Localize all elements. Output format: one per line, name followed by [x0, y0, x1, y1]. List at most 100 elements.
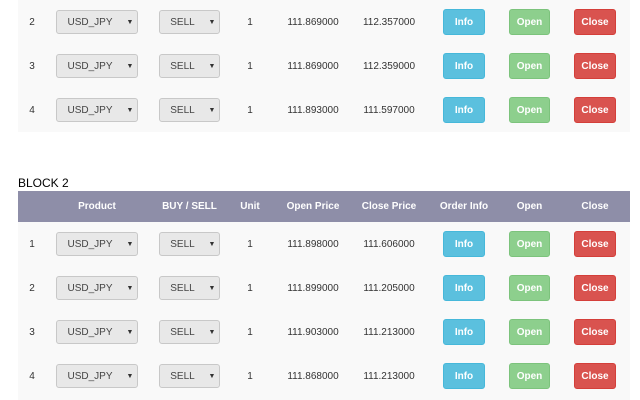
side-value: SELL [170, 326, 195, 338]
product-value: USD_JPY [67, 60, 113, 72]
info-button[interactable]: Info [443, 53, 485, 79]
close-price-value: 111.213000 [363, 326, 415, 338]
side-select[interactable]: SELL ▼ [159, 320, 220, 344]
unit-value: 1 [247, 104, 253, 116]
open-price-value: 111.893000 [287, 104, 339, 116]
open-button[interactable]: Open [509, 53, 550, 79]
side-select[interactable]: SELL ▼ [159, 54, 220, 78]
unit-value: 1 [247, 370, 253, 382]
close-button[interactable]: Close [574, 363, 616, 389]
open-button[interactable]: Open [509, 363, 550, 389]
info-button[interactable]: Info [443, 275, 485, 301]
chevron-down-icon: ▼ [126, 18, 134, 26]
product-value: USD_JPY [67, 16, 113, 28]
unit-value: 1 [247, 16, 253, 28]
product-select[interactable]: USD_JPY ▼ [56, 320, 138, 344]
row-index: 2 [29, 16, 35, 28]
table-row: 2 USD_JPY ▼ SELL ▼ 1 111.899000 111.205000… [18, 266, 630, 310]
product-value: USD_JPY [67, 282, 113, 294]
header-order-info: Order Info [439, 201, 489, 212]
product-select[interactable]: USD_JPY ▼ [56, 364, 138, 388]
block1-table: 2 USD_JPY ▼ SELL ▼ 1 111.869000 112.357000… [18, 0, 630, 132]
open-button[interactable]: Open [509, 231, 550, 257]
side-select[interactable]: SELL ▼ [159, 10, 220, 34]
side-value: SELL [170, 60, 195, 72]
open-price-value: 111.903000 [287, 326, 339, 338]
product-select[interactable]: USD_JPY ▼ [56, 98, 138, 122]
open-button[interactable]: Open [509, 97, 550, 123]
side-select[interactable]: SELL ▼ [159, 276, 220, 300]
row-index: 2 [29, 282, 35, 294]
close-price-value: 111.213000 [363, 370, 415, 382]
chevron-down-icon: ▼ [208, 284, 216, 292]
header-product: Product [78, 201, 116, 212]
header-close-price: Close Price [361, 201, 417, 212]
chevron-down-icon: ▼ [208, 328, 216, 336]
side-select[interactable]: SELL ▼ [159, 98, 220, 122]
product-select[interactable]: USD_JPY ▼ [56, 10, 138, 34]
side-select[interactable]: SELL ▼ [159, 364, 220, 388]
row-index: 4 [29, 370, 35, 382]
chevron-down-icon: ▼ [126, 240, 134, 248]
table-row: 3 USD_JPY ▼ SELL ▼ 1 111.869000 112.359000… [18, 44, 630, 88]
open-price-value: 111.898000 [287, 238, 339, 250]
open-button[interactable]: Open [509, 9, 550, 35]
close-button[interactable]: Close [574, 319, 616, 345]
info-button[interactable]: Info [443, 319, 485, 345]
chevron-down-icon: ▼ [126, 372, 134, 380]
row-index: 4 [29, 104, 35, 116]
open-price-value: 111.899000 [287, 282, 339, 294]
table-row: 2 USD_JPY ▼ SELL ▼ 1 111.869000 112.357000… [18, 0, 630, 44]
open-button[interactable]: Open [509, 275, 550, 301]
table-row: 1 USD_JPY ▼ SELL ▼ 1 111.898000 111.606000… [18, 222, 630, 266]
open-price-value: 111.869000 [287, 60, 339, 72]
product-select[interactable]: USD_JPY ▼ [56, 232, 138, 256]
product-select[interactable]: USD_JPY ▼ [56, 54, 138, 78]
header-side: BUY / SELL [162, 201, 217, 212]
side-value: SELL [170, 238, 195, 250]
chevron-down-icon: ▼ [126, 328, 134, 336]
side-value: SELL [170, 104, 195, 116]
table-row: 4 USD_JPY ▼ SELL ▼ 1 111.893000 111.597000… [18, 88, 630, 132]
header-close: Close [581, 201, 609, 212]
close-price-value: 112.357000 [362, 16, 416, 28]
chevron-down-icon: ▼ [208, 240, 216, 248]
unit-value: 1 [247, 326, 253, 338]
info-button[interactable]: Info [443, 231, 485, 257]
product-value: USD_JPY [67, 370, 113, 382]
table-row: 4 USD_JPY ▼ SELL ▼ 1 111.868000 111.213000… [18, 354, 630, 398]
unit-value: 1 [247, 238, 253, 250]
close-button[interactable]: Close [574, 231, 616, 257]
unit-value: 1 [247, 282, 253, 294]
product-value: USD_JPY [67, 238, 113, 250]
header-open-price: Open Price [286, 201, 340, 212]
chevron-down-icon: ▼ [208, 18, 216, 26]
product-select[interactable]: USD_JPY ▼ [56, 276, 138, 300]
info-button[interactable]: Info [443, 97, 485, 123]
product-value: USD_JPY [67, 104, 113, 116]
header-unit: Unit [240, 201, 260, 212]
chevron-down-icon: ▼ [126, 284, 134, 292]
block2-title: BLOCK 2 [18, 176, 69, 190]
chevron-down-icon: ▼ [126, 106, 134, 114]
side-select[interactable]: SELL ▼ [159, 232, 220, 256]
row-index: 3 [29, 60, 35, 72]
close-button[interactable]: Close [574, 275, 616, 301]
block2-table: 1 USD_JPY ▼ SELL ▼ 1 111.898000 111.606000… [18, 222, 630, 400]
close-button[interactable]: Close [574, 9, 616, 35]
table-row: 3 USD_JPY ▼ SELL ▼ 1 111.903000 111.213000… [18, 310, 630, 354]
close-button[interactable]: Close [574, 53, 616, 79]
side-value: SELL [170, 282, 195, 294]
chevron-down-icon: ▼ [126, 62, 134, 70]
open-price-value: 111.868000 [287, 370, 339, 382]
chevron-down-icon: ▼ [208, 106, 216, 114]
open-button[interactable]: Open [509, 319, 550, 345]
open-price-value: 111.869000 [287, 16, 339, 28]
row-index: 1 [29, 238, 35, 250]
chevron-down-icon: ▼ [208, 372, 216, 380]
close-button[interactable]: Close [574, 97, 616, 123]
info-button[interactable]: Info [443, 9, 485, 35]
close-price-value: 111.597000 [363, 104, 415, 116]
chevron-down-icon: ▼ [208, 62, 216, 70]
info-button[interactable]: Info [443, 363, 485, 389]
